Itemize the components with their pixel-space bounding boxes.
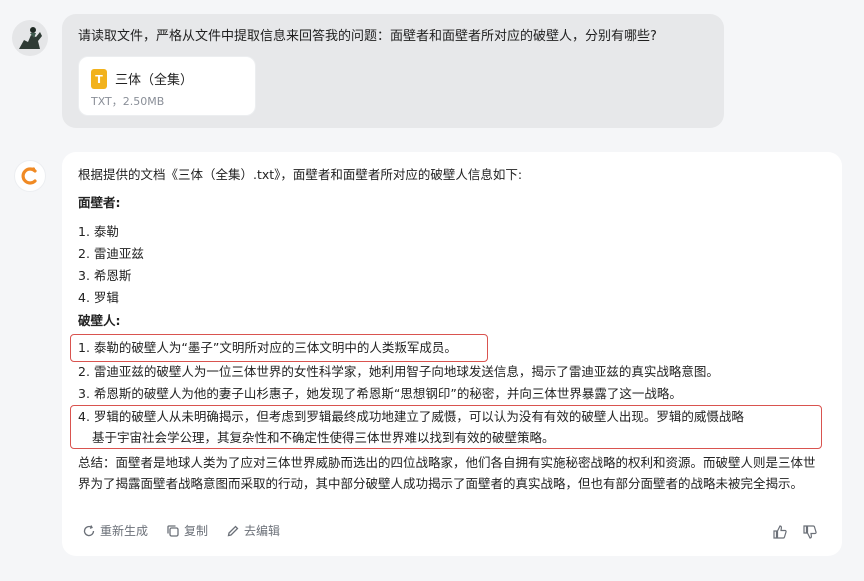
- list-item: 1. 泰勒的破壁人为“墨子”文明所对应的三体文明中的人类叛军成员。: [78, 340, 457, 355]
- list-item: 3. 希恩斯: [78, 268, 132, 283]
- list-item: 3. 希恩斯的破壁人为他的妻子山杉惠子，她发现了希恩斯“思想钢印”的秘密，并向三…: [78, 386, 682, 401]
- list-item: 1. 泰勒: [78, 224, 119, 239]
- rider-avatar-icon: [12, 20, 48, 56]
- wallfacers-heading: 面壁者:: [78, 195, 121, 210]
- copy-button[interactable]: 复制: [166, 522, 208, 539]
- thumbs-down-icon[interactable]: [802, 524, 818, 540]
- list-item: 4. 罗辑的破壁人从未明确揭示，但考虑到罗辑最终成功地建立了威慑，可以认为没有有…: [78, 409, 744, 424]
- regenerate-label: 重新生成: [100, 524, 149, 538]
- assistant-logo-icon: [21, 167, 37, 185]
- assistant-message-bubble: 根据提供的文档《三体（全集）.txt》，面壁者和面壁者所对应的破壁人信息如下: …: [62, 152, 842, 556]
- edit-button[interactable]: 去编辑: [226, 522, 280, 539]
- answer-summary: 总结：面壁者是地球人类为了应对三体世界威胁而选出的四位战略家，他们各自拥有实施秘…: [78, 455, 816, 491]
- file-name: 三体（全集）: [115, 73, 194, 88]
- txt-file-icon: T: [91, 69, 107, 89]
- copy-label: 复制: [184, 524, 209, 538]
- copy-icon: [167, 524, 179, 537]
- attached-file-card[interactable]: T 三体（全集） TXT，2.50MB: [78, 56, 256, 116]
- list-item-continuation: 基于宇宙社会学公理，其复杂性和不确定性使得三体世界难以找到有效的破壁策略。: [92, 430, 555, 445]
- list-item: 2. 雷迪亚兹: [78, 246, 144, 261]
- refresh-icon: [83, 524, 95, 536]
- user-message-text: 请读取文件，严格从文件中提取信息来回答我的问题：面壁者和面壁者所对应的破壁人，分…: [78, 29, 657, 44]
- message-actions: 重新生成 复制 去编辑: [82, 522, 280, 539]
- list-item: 4. 罗辑: [78, 290, 119, 305]
- list-item: 2. 雷迪亚兹的破壁人为一位三体世界的女性科学家，她利用智子向地球发送信息，揭示…: [78, 364, 719, 379]
- user-message-bubble: 请读取文件，严格从文件中提取信息来回答我的问题：面壁者和面壁者所对应的破壁人，分…: [62, 14, 724, 128]
- wallbreakers-heading: 破壁人:: [78, 313, 121, 328]
- answer-intro: 根据提供的文档《三体（全集）.txt》，面壁者和面壁者所对应的破壁人信息如下:: [78, 167, 523, 182]
- edit-label: 去编辑: [244, 524, 281, 538]
- regenerate-button[interactable]: 重新生成: [82, 522, 148, 539]
- file-meta: TXT，2.50MB: [91, 95, 165, 108]
- user-avatar: [12, 20, 48, 56]
- assistant-avatar: [14, 160, 46, 192]
- edit-icon: [227, 525, 239, 536]
- thumbs-up-icon[interactable]: [772, 524, 788, 540]
- feedback-buttons: [772, 524, 818, 540]
